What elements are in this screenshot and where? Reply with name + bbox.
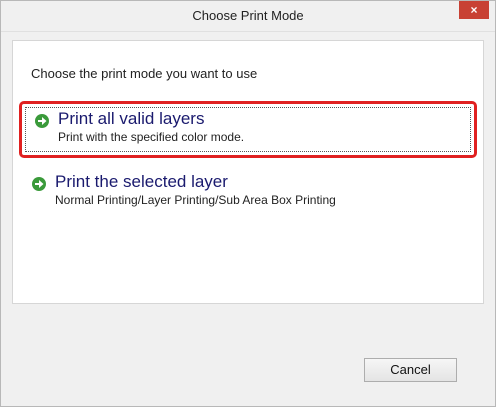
option-title: Print the selected layer bbox=[55, 172, 228, 191]
prompt-text: Choose the print mode you want to use bbox=[31, 66, 258, 81]
green-arrow-icon bbox=[32, 177, 46, 191]
cancel-button[interactable]: Cancel bbox=[364, 358, 457, 382]
option-title: Print all valid layers bbox=[58, 109, 205, 128]
choose-print-mode-dialog: Choose Print Mode × Choose the print mod… bbox=[0, 0, 496, 407]
dialog-title: Choose Print Mode bbox=[192, 8, 304, 23]
option-description: Normal Printing/Layer Printing/Sub Area … bbox=[55, 193, 336, 207]
green-arrow-icon bbox=[35, 114, 49, 128]
option-print-all-valid-layers[interactable]: Print all valid layers Print with the sp… bbox=[19, 101, 477, 158]
content-panel: Choose the print mode you want to use Pr… bbox=[12, 40, 484, 304]
option-print-selected-layer[interactable]: Print the selected layer Normal Printing… bbox=[19, 168, 477, 220]
close-button[interactable]: × bbox=[459, 1, 489, 19]
title-bar: Choose Print Mode × bbox=[1, 1, 495, 32]
option-description: Print with the specified color mode. bbox=[58, 130, 245, 144]
